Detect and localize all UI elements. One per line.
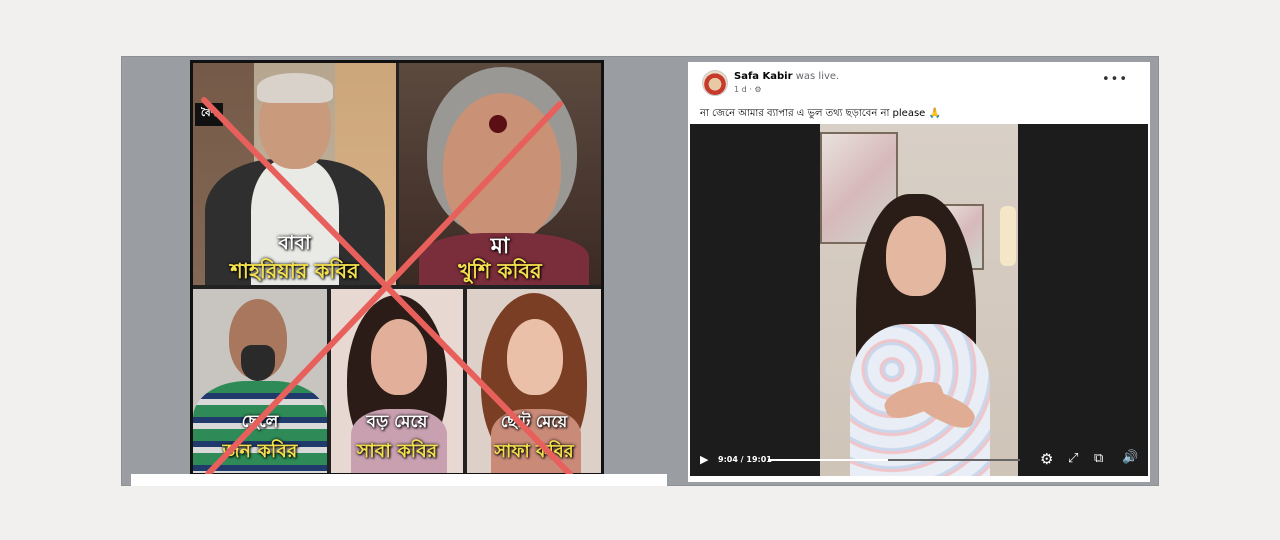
post-timestamp[interactable]: 1 d · ⚙ bbox=[734, 85, 762, 94]
tile-role-label: বড় মেয়ে bbox=[366, 412, 428, 432]
family-collage-image: বৈশ বাবা শাহরিয়ার কবির মা খুশি কবির ছেল… bbox=[190, 60, 604, 476]
more-dots-icon[interactable]: ••• bbox=[1102, 72, 1128, 87]
tile-name-label: সাবা কবির bbox=[356, 440, 438, 462]
video-progress-bar[interactable] bbox=[768, 459, 1020, 461]
poster-name[interactable]: Safa Kabir bbox=[734, 71, 793, 82]
tile-name-label: জন কবির bbox=[222, 440, 298, 462]
collage-tile-elder-daughter: বড় মেয়ে সাবা কবির bbox=[331, 289, 463, 473]
bindi-mark bbox=[489, 115, 507, 133]
collage-tile-younger-daughter: ছোট মেয়ে সাফা কবির bbox=[467, 289, 601, 473]
play-icon[interactable]: ▶ bbox=[700, 453, 708, 466]
globe-icon: ⚙ bbox=[754, 85, 762, 94]
video-progress-fill bbox=[768, 459, 888, 461]
collage-tile-mother: মা খুশি কবির bbox=[399, 63, 601, 285]
tile-role-label: ছোট মেয়ে bbox=[500, 412, 568, 431]
volume-icon[interactable]: 🔊 bbox=[1122, 450, 1138, 465]
video-time: 9:04 / 19:01 bbox=[718, 455, 772, 464]
tile-name-label: শাহরিয়ার কবির bbox=[230, 259, 359, 283]
video-controls: ▶ 9:04 / 19:01 ⚙ ⤢ ⧉ 🔊 bbox=[690, 442, 1148, 476]
facebook-post: Safa Kabir was live. 1 d · ⚙ ••• না জেনে… bbox=[688, 62, 1150, 482]
video-frame bbox=[820, 124, 1018, 476]
tile-name-label: সাফা কবির bbox=[494, 441, 574, 462]
post-header: Safa Kabir was live. bbox=[734, 71, 839, 82]
settings-icon[interactable]: ⚙ bbox=[1040, 450, 1053, 468]
collage-tile-father: বৈশ বাবা শাহরিয়ার কবির bbox=[193, 63, 396, 285]
live-status: was live. bbox=[795, 71, 840, 82]
collage-tile-son: ছেলে জন কবির bbox=[193, 289, 327, 473]
news-channel-tag: বৈশ bbox=[195, 103, 223, 126]
avatar[interactable] bbox=[702, 70, 728, 96]
post-caption: না জেনে আমার ব্যাপার এ ভুল তথ্য ছড়াবেন … bbox=[700, 108, 941, 119]
fullscreen-icon[interactable]: ⤢ bbox=[1068, 451, 1078, 466]
image-bottom-strip bbox=[131, 474, 667, 486]
video-player[interactable]: ▶ 9:04 / 19:01 ⚙ ⤢ ⧉ 🔊 bbox=[690, 124, 1148, 476]
tile-role-label: ছেলে bbox=[241, 412, 279, 432]
tile-name-label: খুশি কবির bbox=[458, 259, 542, 283]
pip-icon[interactable]: ⧉ bbox=[1094, 451, 1103, 466]
